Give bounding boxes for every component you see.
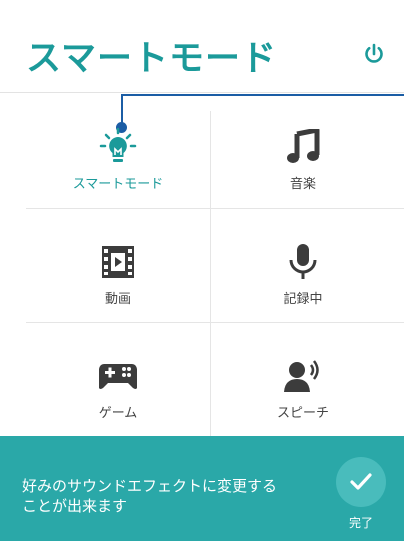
mode-smart[interactable]: スマートモード <box>26 93 210 208</box>
sound-mode-grid: スマートモード 音楽 動画 記録中 ゲーム スピーチ <box>26 93 404 436</box>
mode-label: 動画 <box>104 292 131 307</box>
checkmark-icon <box>350 473 372 490</box>
done-label[interactable]: 完了 <box>341 514 381 531</box>
mode-music[interactable]: 音楽 <box>211 93 395 208</box>
speech-icon <box>282 356 324 396</box>
tip-bar: 好みのサウンドエフェクトに変更する ことが出来ます 完了 <box>0 436 404 541</box>
tip-message-line1: 好みのサウンドエフェクトに変更する <box>22 477 278 495</box>
mode-game[interactable]: ゲーム <box>26 322 210 437</box>
done-button[interactable] <box>336 457 386 507</box>
microphone-icon <box>288 242 318 282</box>
mode-label: 音楽 <box>289 177 316 192</box>
mode-label: スマートモード <box>72 177 164 192</box>
gamepad-icon <box>98 356 138 396</box>
app-header: スマートモード <box>0 0 404 93</box>
mode-video[interactable]: 動画 <box>26 208 210 323</box>
lightbulb-icon <box>98 127 138 167</box>
film-icon <box>101 242 135 282</box>
mode-label: 記録中 <box>283 292 323 307</box>
mode-label: スピーチ <box>276 406 329 421</box>
mode-recording[interactable]: 記録中 <box>211 208 395 323</box>
mode-label: ゲーム <box>98 406 138 421</box>
tip-message: 好みのサウンドエフェクトに変更する ことが出来ます <box>22 476 322 516</box>
music-note-icon <box>286 127 320 167</box>
page-title: スマートモード <box>26 39 277 79</box>
mode-speech[interactable]: スピーチ <box>211 322 395 437</box>
power-icon <box>365 43 383 63</box>
tip-message-line2: ことが出来ます <box>22 497 128 515</box>
power-button[interactable] <box>358 38 390 70</box>
